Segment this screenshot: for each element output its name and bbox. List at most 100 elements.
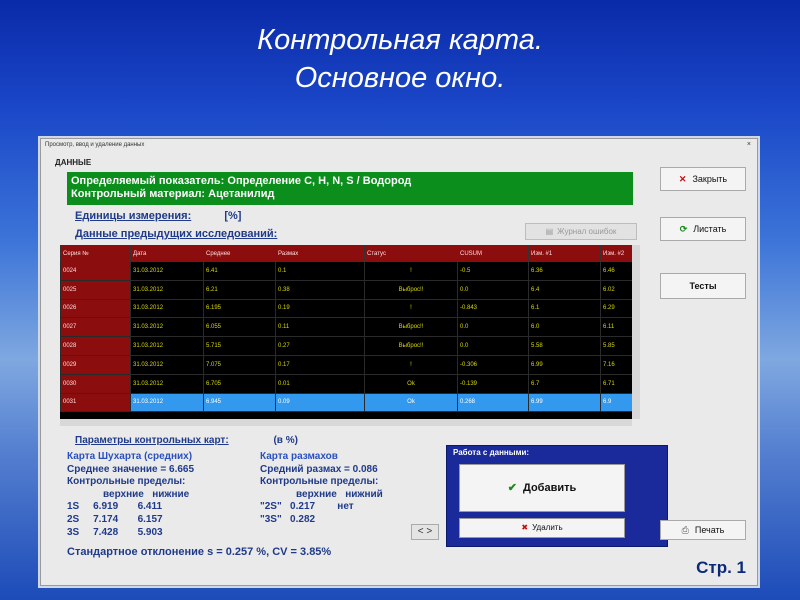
- col-series[interactable]: Серия №: [60, 245, 131, 262]
- table-cell[interactable]: !: [364, 298, 458, 319]
- browse-button[interactable]: ⟳ Листать: [660, 217, 746, 241]
- print-button[interactable]: ⎙ Печать: [660, 520, 746, 540]
- table-cell[interactable]: 6.02: [600, 279, 632, 300]
- col-date[interactable]: Дата: [130, 245, 204, 262]
- error-log-label: Журнал ошибок: [557, 227, 617, 236]
- table-cell[interactable]: 0.0: [457, 336, 529, 356]
- col-range[interactable]: Размах: [275, 245, 365, 262]
- table-cell[interactable]: 6.195: [203, 298, 276, 319]
- table-cell[interactable]: 6.055: [203, 317, 276, 338]
- close-button[interactable]: ✕ Закрыть: [660, 167, 746, 191]
- table-cell[interactable]: 6.46: [600, 261, 632, 281]
- next-page-button[interactable]: >: [426, 526, 432, 537]
- table-cell[interactable]: 31.03.2012: [130, 261, 204, 281]
- table-cell[interactable]: 0.268: [457, 392, 529, 413]
- table-cell[interactable]: 6.99: [528, 354, 601, 375]
- shewhart-mean: Среднее значение = 6.665: [67, 463, 195, 475]
- table-row[interactable]: 0031 31.03.2012 6.945 0.09 Ok 0.268 6.99 6.9: [60, 392, 632, 413]
- table-cell[interactable]: 31.03.2012: [130, 279, 204, 300]
- table-cell[interactable]: -0.843: [457, 298, 529, 319]
- col-mean[interactable]: Среднее: [203, 245, 276, 262]
- table-cell[interactable]: 0025: [60, 279, 131, 300]
- table-cell[interactable]: 6.41: [203, 261, 276, 281]
- table-cell[interactable]: 31.03.2012: [130, 336, 204, 356]
- table-cell[interactable]: -0.139: [457, 373, 529, 394]
- table-row[interactable]: 0025 31.03.2012 6.21 0.38 Выброс!! 0.0 6.4 6.02: [60, 279, 632, 300]
- table-cell[interactable]: Выброс!!: [364, 317, 458, 338]
- table-cell[interactable]: !: [364, 354, 458, 375]
- table-cell[interactable]: 0024: [60, 261, 131, 281]
- table-cell[interactable]: 6.29: [600, 298, 632, 319]
- grid-horizontal-scrollbar[interactable]: [60, 419, 632, 426]
- table-cell[interactable]: 0.19: [275, 298, 365, 319]
- table-cell[interactable]: 0.0: [457, 317, 529, 338]
- table-cell[interactable]: 5.715: [203, 336, 276, 356]
- range-limits-label: Контрольные пределы:: [260, 476, 379, 488]
- table-cell[interactable]: 31.03.2012: [130, 354, 204, 375]
- table-cell[interactable]: 0.09: [275, 392, 365, 413]
- col-meas2[interactable]: Изм. #2: [600, 245, 632, 262]
- check-icon: ✔: [507, 482, 517, 494]
- table-cell[interactable]: 6.4: [528, 279, 601, 300]
- delete-button[interactable]: ✖ Удалить: [459, 518, 625, 538]
- table-cell[interactable]: 0030: [60, 373, 131, 394]
- table-cell[interactable]: 6.11: [600, 317, 632, 338]
- table-cell[interactable]: 0.27: [275, 336, 365, 356]
- table-cell[interactable]: 0026: [60, 298, 131, 319]
- table-cell[interactable]: 6.9: [600, 392, 632, 413]
- table-cell[interactable]: !: [364, 261, 458, 281]
- table-cell[interactable]: 6.21: [203, 279, 276, 300]
- grid-vertical-scrollbar[interactable]: [632, 245, 640, 419]
- table-cell[interactable]: 0027: [60, 317, 131, 338]
- table-cell[interactable]: 6.99: [528, 392, 601, 413]
- stddev-line: Стандартное отклонение s = 0.257 %, CV =…: [67, 546, 332, 558]
- table-cell[interactable]: 7.075: [203, 354, 276, 375]
- data-grid[interactable]: Серия № Дата Среднее Размах Статус CUSUM…: [60, 245, 632, 419]
- col-status[interactable]: Статус: [364, 245, 458, 262]
- prev-page-button[interactable]: <: [418, 526, 424, 537]
- add-button[interactable]: ✔ Добавить: [459, 464, 625, 512]
- window-close-icon[interactable]: ×: [747, 141, 751, 148]
- error-log-button[interactable]: ▤ Журнал ошибок: [525, 223, 637, 240]
- table-cell[interactable]: Ok: [364, 392, 458, 413]
- table-cell[interactable]: 6.945: [203, 392, 276, 413]
- table-cell[interactable]: 0.38: [275, 279, 365, 300]
- table-cell[interactable]: 31.03.2012: [130, 317, 204, 338]
- table-row[interactable]: 0029 31.03.2012 7.075 0.17! -0.306 6.99 7.16: [60, 354, 632, 375]
- table-cell[interactable]: 6.7: [528, 373, 601, 394]
- table-row[interactable]: 0024 31.03.2012 6.41 0.1! -0.5 6.36 6.46: [60, 261, 632, 281]
- table-cell[interactable]: 0.11: [275, 317, 365, 338]
- tests-button[interactable]: Тесты: [660, 273, 746, 299]
- table-cell[interactable]: 0031: [60, 392, 131, 413]
- table-cell[interactable]: Выброс!!: [364, 336, 458, 356]
- table-cell[interactable]: 6.0: [528, 317, 601, 338]
- table-cell[interactable]: 31.03.2012: [130, 298, 204, 319]
- table-cell[interactable]: 0.0: [457, 279, 529, 300]
- table-cell[interactable]: 0.01: [275, 373, 365, 394]
- table-cell[interactable]: 0.17: [275, 354, 365, 375]
- table-cell[interactable]: 0029: [60, 354, 131, 375]
- table-row[interactable]: 0026 31.03.2012 6.195 0.19! -0.843 6.1 6.29: [60, 298, 632, 319]
- table-cell[interactable]: Ok: [364, 373, 458, 394]
- table-row[interactable]: 0028 31.03.2012 5.715 0.27 Выброс!! 0.0 5.58 5.…: [60, 336, 632, 356]
- table-cell[interactable]: 5.58: [528, 336, 601, 356]
- table-cell[interactable]: -0.5: [457, 261, 529, 281]
- col-cusum[interactable]: CUSUM: [457, 245, 529, 262]
- table-row[interactable]: 0030 31.03.2012 6.705 0.01 Ok -0.139 6.7 6.71: [60, 373, 632, 394]
- table-cell[interactable]: 0028: [60, 336, 131, 356]
- table-cell[interactable]: Выброс!!: [364, 279, 458, 300]
- col-meas1[interactable]: Изм. #1: [528, 245, 601, 262]
- table-cell[interactable]: 6.71: [600, 373, 632, 394]
- table-cell[interactable]: 0.1: [275, 261, 365, 281]
- table-cell[interactable]: 6.1: [528, 298, 601, 319]
- table-cell[interactable]: 5.85: [600, 336, 632, 356]
- table-cell[interactable]: -0.306: [457, 354, 529, 375]
- page-number: Стр. 1: [696, 558, 746, 577]
- table-cell[interactable]: 6.705: [203, 373, 276, 394]
- table-cell[interactable]: 7.16: [600, 354, 632, 375]
- table-cell[interactable]: 31.03.2012: [130, 373, 204, 394]
- table-cell[interactable]: 6.36: [528, 261, 601, 281]
- table-row[interactable]: 0027 31.03.2012 6.055 0.11 Выброс!! 0.0 6.0 6.1…: [60, 317, 632, 338]
- shewhart-3s: 3S 7.428 5.903: [67, 526, 163, 538]
- table-cell[interactable]: 31.03.2012: [130, 392, 204, 413]
